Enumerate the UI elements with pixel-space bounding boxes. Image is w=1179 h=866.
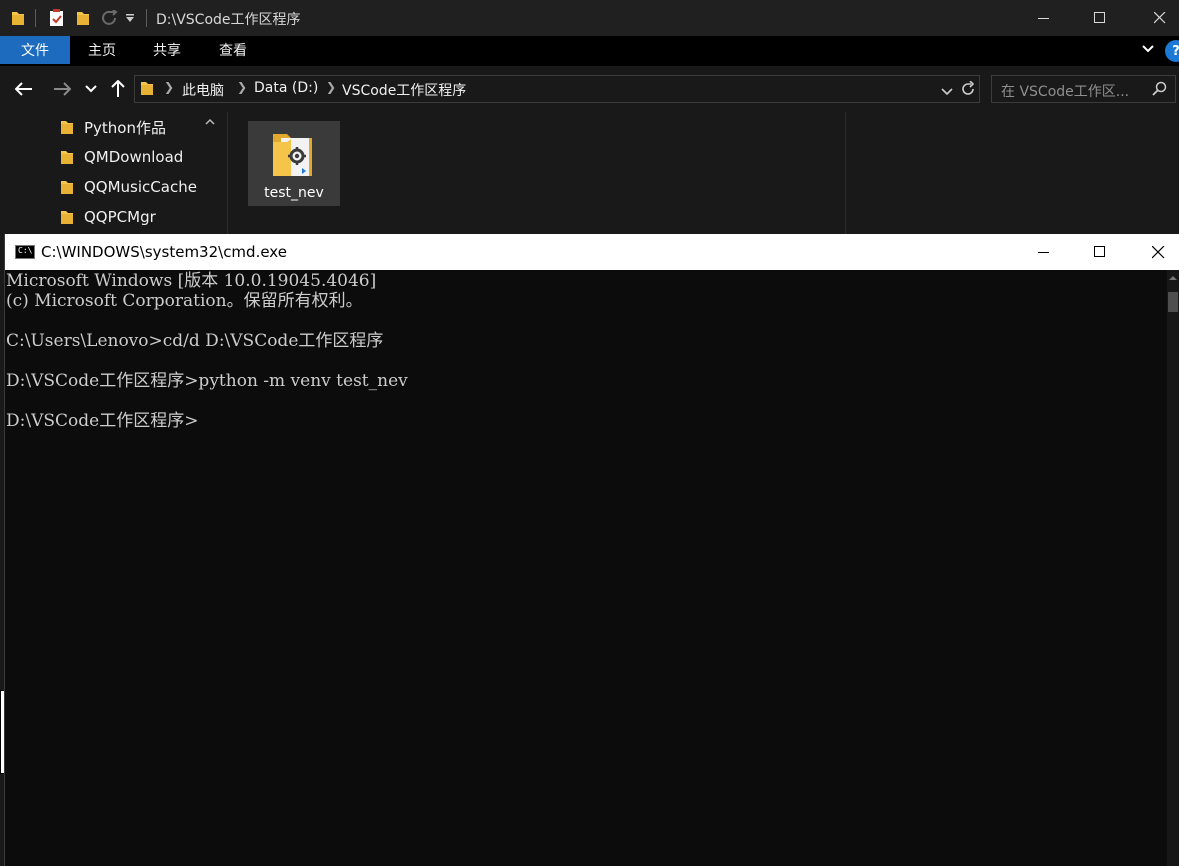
console-line: Microsoft Windows [版本 10.0.19045.4046] <box>6 271 377 291</box>
file-item[interactable]: test_nev <box>248 121 340 206</box>
cmd-minimize-button[interactable] <box>1015 234 1073 270</box>
breadcrumb-current-folder[interactable]: VSCode工作区程序 <box>342 80 466 100</box>
nav-item-label: QQMusicCache <box>84 178 197 196</box>
folder-icon <box>61 181 73 194</box>
scrollbar-thumb[interactable] <box>1168 292 1178 312</box>
breadcrumb-this-pc[interactable]: 此电脑 <box>182 80 224 100</box>
scroll-up-arrow-icon[interactable] <box>1169 274 1177 283</box>
folder-icon <box>9 8 27 28</box>
console-output[interactable]: Microsoft Windows [版本 10.0.19045.4046] (… <box>5 270 1168 866</box>
expand-ribbon-icon[interactable] <box>1141 41 1155 60</box>
explorer-titlebar: D:\VSCode工作区程序 <box>0 0 1179 36</box>
breadcrumb-separator-icon: ❯ <box>237 80 248 94</box>
scroll-up-icon[interactable] <box>205 116 215 129</box>
console-line: D:\VSCode工作区程序>python -m venv test_nev <box>6 371 408 391</box>
search-placeholder: 在 VSCode工作区... <box>1001 84 1130 100</box>
ribbon-bar: 文件 主页 共享 查看 ? <box>0 36 1179 66</box>
breadcrumb-separator-icon: ❯ <box>326 80 337 94</box>
forward-arrow-icon[interactable] <box>49 76 75 102</box>
search-box[interactable]: 在 VSCode工作区... <box>991 75 1176 103</box>
customize-quick-access-icon[interactable] <box>124 8 136 28</box>
file-name: test_nev <box>264 185 324 201</box>
console-scrollbar[interactable] <box>1167 270 1179 866</box>
nav-item-label: Python作品 <box>84 118 166 137</box>
nav-item-qmdownload[interactable]: QMDownload <box>60 145 183 169</box>
title-separator <box>146 9 147 27</box>
address-dropdown-icon[interactable] <box>941 82 953 101</box>
back-arrow-icon[interactable] <box>11 76 37 102</box>
new-folder-icon[interactable] <box>74 8 92 28</box>
nav-item-label: QQPCMgr <box>84 208 156 226</box>
nav-item-qqmusiccache[interactable]: QQMusicCache <box>60 175 197 199</box>
nav-item-qqpcmgr[interactable]: QQPCMgr <box>60 205 156 229</box>
address-bar[interactable]: ❯ 此电脑 ❯ Data (D:) ❯ VSCode工作区程序 <box>134 75 980 103</box>
cmd-icon-text: C:\ <box>18 246 33 255</box>
console-prompt: D:\VSCode工作区程序> <box>6 411 199 431</box>
breadcrumb-separator-icon: ❯ <box>164 80 175 94</box>
cmd-titlebar: C:\ C:\WINDOWS\system32\cmd.exe <box>5 234 1179 270</box>
up-arrow-icon[interactable] <box>105 76 131 102</box>
tab-view[interactable]: 查看 <box>204 36 262 64</box>
console-line: C:\Users\Lenovo>cd/d D:\VSCode工作区程序 <box>6 331 384 351</box>
folder-icon <box>61 151 73 164</box>
console-line: (c) Microsoft Corporation。保留所有权利。 <box>6 291 363 311</box>
window-title: D:\VSCode工作区程序 <box>156 12 301 28</box>
navigation-bar: ❯ 此电脑 ❯ Data (D:) ❯ VSCode工作区程序 在 VSCode… <box>0 66 1179 112</box>
breadcrumb-drive[interactable]: Data (D:) <box>254 80 318 96</box>
folder-icon <box>61 211 73 224</box>
cmd-close-button[interactable] <box>1129 234 1179 270</box>
tab-share[interactable]: 共享 <box>138 36 196 64</box>
recent-locations-icon[interactable] <box>80 76 102 102</box>
tab-file[interactable]: 文件 <box>0 36 70 64</box>
cmd-icon: C:\ <box>15 245 35 259</box>
maximize-button[interactable] <box>1070 0 1130 36</box>
close-button[interactable] <box>1130 0 1179 36</box>
redo-icon[interactable] <box>100 8 120 28</box>
folder-icon <box>61 121 73 134</box>
refresh-icon[interactable] <box>960 80 976 101</box>
cmd-window-title: C:\WINDOWS\system32\cmd.exe <box>41 243 287 261</box>
cmd-maximize-button[interactable] <box>1071 234 1129 270</box>
details-pane-divider <box>845 112 846 234</box>
cmd-window: C:\ C:\WINDOWS\system32\cmd.exe Microsof… <box>4 234 1179 866</box>
nav-item-label: QMDownload <box>84 148 184 166</box>
tab-home[interactable]: 主页 <box>74 36 130 64</box>
nav-item-python-works[interactable]: Python作品 <box>60 115 166 139</box>
address-folder-icon <box>140 80 154 100</box>
settings-folder-icon <box>272 128 314 184</box>
navigation-pane: Python作品 QMDownload QQMusicCache QQPCMgr <box>0 112 228 234</box>
minimize-button[interactable] <box>1014 0 1074 36</box>
pane-divider <box>227 112 228 234</box>
search-icon[interactable] <box>1152 81 1168 101</box>
properties-icon[interactable] <box>48 8 66 28</box>
quick-access-separator <box>35 9 36 27</box>
help-icon[interactable]: ? <box>1165 40 1179 62</box>
